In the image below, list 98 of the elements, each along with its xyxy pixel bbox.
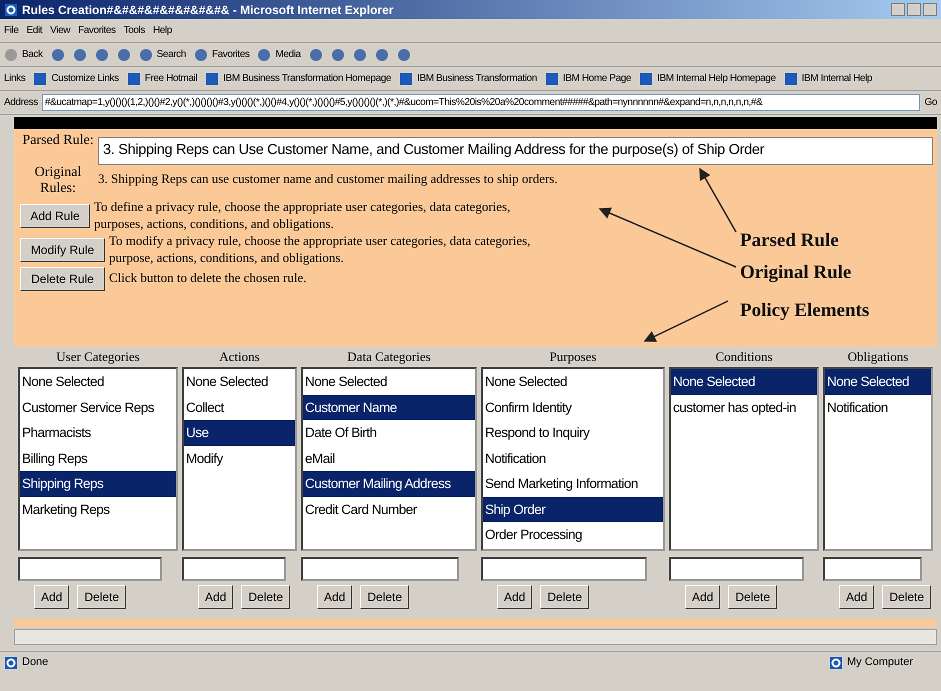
menu-item[interactable]: File [4, 23, 19, 38]
annotation-text: Original Rule [740, 261, 852, 285]
text-field[interactable] [823, 557, 922, 581]
window-title: Rules Creation#&#&#&#&#&#&#&#& - Microsoft Internet Explorer [22, 2, 394, 18]
add-button[interactable]: Add [317, 585, 352, 609]
list-item[interactable]: Marketing Reps [20, 496, 176, 522]
list-item[interactable]: None Selected [303, 369, 475, 394]
parsed-rule-field[interactable]: 3. Shipping Reps can Use Customer Name, and Customer Mailing Address for the purpose(s) of Ship Order [98, 137, 933, 165]
delete-button[interactable]: Delete [728, 585, 778, 609]
list-item[interactable]: Order Processing [483, 522, 663, 548]
list-heading: User Categories [55, 348, 141, 366]
toolbar-button[interactable]: Back [4, 47, 43, 62]
menu-item[interactable]: Edit [26, 23, 42, 38]
list-box[interactable]: None Selected customer has opted-in [669, 367, 819, 551]
link-button[interactable]: IBM Home Page [544, 71, 632, 86]
delete-button[interactable]: Delete [241, 585, 290, 609]
list-heading: Data Categories [346, 348, 432, 366]
toolbar-button[interactable]: Media [257, 47, 301, 62]
list-box[interactable]: None Selected Collect Use Modify [182, 367, 297, 551]
address-label: Address [4, 96, 38, 110]
menu-item[interactable]: Favorites [78, 23, 116, 38]
add-button[interactable]: Add [685, 585, 720, 609]
minimize-button[interactable] [891, 3, 905, 16]
list-item[interactable]: Customer Name [303, 394, 475, 420]
list-box[interactable]: None Selected Customer Name Date Of Birth eMail Customer Mailing Address Credit Card Number [301, 367, 477, 551]
list-heading: Obligations [846, 348, 910, 366]
list-item[interactable]: Use [184, 420, 295, 446]
text-field[interactable] [18, 557, 162, 581]
link-button[interactable]: Free Hotmail [126, 71, 198, 86]
list-item[interactable]: Date Of Birth [303, 420, 475, 446]
delete-button[interactable]: Delete [882, 585, 932, 609]
list-heading: Conditions [714, 348, 774, 366]
instruction-text: Click button to delete the chosen rule. [109, 270, 308, 287]
list-item[interactable]: Customer Service Reps [20, 394, 176, 420]
menu-item[interactable]: View [50, 23, 70, 38]
delete-button[interactable]: Delete [540, 585, 590, 609]
rule-button[interactable]: Add Rule [20, 204, 90, 228]
add-button[interactable]: Add [198, 585, 234, 609]
text-field[interactable] [481, 557, 647, 581]
list-item[interactable]: Confirm Identity [483, 394, 663, 420]
list-item[interactable]: customer has opted-in [671, 394, 817, 420]
add-button[interactable]: Add [497, 585, 532, 609]
rule-button[interactable]: Delete Rule [20, 266, 105, 290]
instruction-text: To modify a privacy rule, choose the appropriate user categories, data categories, purpose, actions, conditions, and obligations. [109, 232, 532, 266]
list-heading: Purposes [548, 348, 598, 366]
link-button[interactable]: IBM Business Transformation [399, 71, 537, 86]
links-label: Links [4, 72, 26, 86]
zone-text: My Computer [846, 655, 913, 670]
maximize-button[interactable] [907, 3, 921, 16]
field-label: Parsed Rule: [21, 133, 95, 150]
go-button[interactable]: Go [924, 95, 937, 110]
link-button[interactable]: IBM Business Transformation Homepage [205, 71, 392, 86]
list-item[interactable]: Shipping Reps [20, 471, 176, 496]
annotation-text: Parsed Rule [740, 229, 839, 253]
list-item[interactable]: Ship Order [483, 496, 663, 522]
instruction-text: To define a privacy rule, choose the appropriate user categories, data categories, purposes, actions, conditions, and obligations. [94, 198, 512, 233]
address-field[interactable]: #&ucatmap=1,y()()()(1,2,)()()#2,y()(*,)()()()()#3,y()()()(*,)()()#4,y()()(*,)()()()#5,y()()()()(*,)(*,)#&ucom=This%20is%20a%20comment#####&path=nynnnnnn#&expand=n,n,n,n,n,n,#& [42, 94, 920, 111]
list-box[interactable]: None Selected Confirm Identity Respond to Inquiry Notification Send Marketing Information Ship Order Order Processing [481, 367, 665, 551]
list-box[interactable]: None Selected Notification [823, 367, 933, 551]
close-button[interactable] [923, 3, 937, 16]
link-button[interactable]: IBM Internal Help [784, 71, 872, 86]
list-item[interactable]: Billing Reps [20, 446, 176, 471]
field-label: Original Rules: [34, 164, 82, 197]
annotation-text: Policy Elements [740, 299, 870, 323]
horizontal-scrollbar[interactable] [14, 629, 937, 645]
add-button[interactable]: Add [34, 585, 70, 609]
delete-button[interactable]: Delete [77, 585, 126, 609]
list-item[interactable]: Pharmacists [20, 420, 176, 446]
add-button[interactable]: Add [839, 585, 874, 609]
original-rule-text: 3. Shipping Reps can use customer name and customer mailing addresses to ship orders. [98, 170, 558, 188]
toolbar-button[interactable]: Favorites [194, 47, 250, 62]
list-item[interactable]: Respond to Inquiry [483, 420, 663, 446]
link-button[interactable]: Customize Links [33, 71, 119, 86]
link-button[interactable]: IBM Internal Help Homepage [639, 71, 776, 86]
list-item[interactable]: None Selected [483, 369, 663, 394]
list-item[interactable]: Modify [184, 446, 295, 471]
list-item[interactable]: None Selected [20, 369, 176, 394]
list-box[interactable]: None Selected Customer Service Reps Pharmacists Billing Reps Shipping Reps Marketing Reps [18, 367, 178, 551]
list-item[interactable]: eMail [303, 446, 475, 471]
menu-item[interactable]: Help [152, 23, 172, 38]
list-item[interactable]: Customer Mailing Address [303, 471, 475, 496]
text-field[interactable] [182, 557, 286, 581]
text-field[interactable] [301, 557, 460, 581]
toolbar-button[interactable]: Search [138, 47, 186, 62]
list-item[interactable]: None Selected [184, 369, 295, 394]
list-item[interactable]: Notification [483, 446, 663, 471]
list-item[interactable]: None Selected [825, 369, 931, 394]
text-field[interactable] [669, 557, 804, 581]
list-heading: Actions [218, 348, 261, 366]
list-item[interactable]: Collect [184, 394, 295, 420]
menu-item[interactable]: Tools [124, 23, 145, 38]
list-item[interactable]: Send Marketing Information [483, 471, 663, 496]
list-item[interactable]: None Selected [671, 369, 817, 394]
delete-button[interactable]: Delete [360, 585, 410, 609]
rule-button[interactable]: Modify Rule [20, 238, 105, 262]
list-item[interactable]: Notification [825, 394, 931, 420]
list-item[interactable]: Credit Card Number [303, 496, 475, 522]
status-text: Done [22, 655, 48, 670]
